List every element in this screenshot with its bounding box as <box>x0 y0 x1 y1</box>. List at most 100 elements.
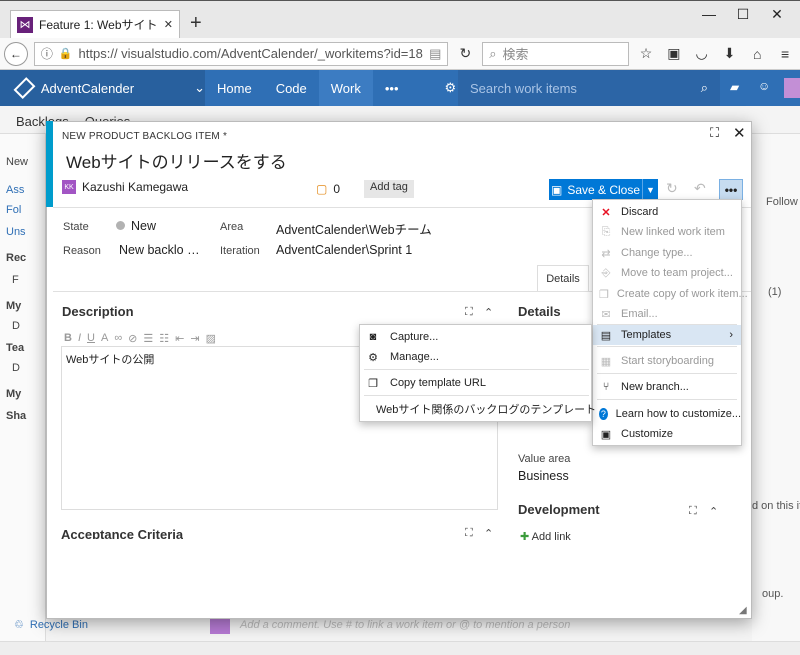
menu-item-templates[interactable]: ▤ Templates › <box>593 325 741 345</box>
unlink-icon[interactable]: ⊘ <box>128 332 137 345</box>
collapse-icon[interactable]: ⌃ <box>709 505 718 518</box>
submenu-item-capture[interactable]: ◙ Capture... <box>360 327 591 347</box>
expand-icon[interactable]: ⛶ <box>689 505 697 518</box>
right-text: oup. <box>762 588 784 600</box>
minimize-button[interactable]: — <box>694 4 724 24</box>
work-item-title[interactable]: Webサイトのリリースをする <box>66 148 287 173</box>
dialog-close-icon[interactable]: ✕ <box>733 124 746 142</box>
clipboard-icon[interactable]: ▣ <box>663 43 685 65</box>
refresh-icon[interactable]: ↻ <box>666 180 678 197</box>
development-heading: Development <box>518 502 600 517</box>
work-item-search[interactable]: Search work items ⌕ <box>458 70 720 106</box>
pocket-icon[interactable]: ◡ <box>691 43 713 65</box>
comment-placeholder: Add a comment. Use # to link a work item… <box>240 619 571 631</box>
assigned-to[interactable]: KK Kazushi Kamegawa <box>62 180 188 194</box>
menu-item-learn[interactable]: ? Learn how to customize... <box>593 404 741 424</box>
back-icon[interactable]: ← <box>4 41 28 66</box>
expand-icon[interactable]: ⛶ <box>465 306 473 319</box>
save-close-button[interactable]: ▣ Save & Close <box>549 179 642 200</box>
maximize-icon[interactable]: ⛶ <box>710 125 719 141</box>
menu-item-storyboard[interactable]: ▦ Start storyboarding <box>593 351 741 371</box>
add-tag-button[interactable]: Add tag <box>364 180 414 198</box>
menu-item-discard[interactable]: ✕ Discard <box>593 202 741 222</box>
comment-count[interactable]: ▢ 0 <box>316 182 340 196</box>
resize-handle-icon[interactable]: ◢ <box>739 605 747 616</box>
url-bar[interactable]: ⓘ 🔒 https:// visualstudio.com/AdventCale… <box>33 41 449 66</box>
bullet-list-icon[interactable]: ☰ <box>143 332 153 345</box>
collapse-icon[interactable]: ⌃ <box>484 306 493 319</box>
left-item[interactable]: D <box>12 320 20 332</box>
left-item[interactable]: Sha <box>6 410 26 422</box>
nav-code[interactable]: Code <box>264 70 319 106</box>
left-item[interactable]: Uns <box>6 226 26 238</box>
add-link-button[interactable]: ✚ Add link <box>520 530 571 540</box>
nav-home[interactable]: Home <box>205 70 264 106</box>
value-area-value[interactable]: Business <box>518 469 569 483</box>
numbered-list-icon[interactable]: ☷ <box>159 332 169 345</box>
collapse-icon[interactable]: ⌃ <box>484 527 493 540</box>
nav-more[interactable]: ••• <box>373 70 411 106</box>
close-icon: ✕ <box>601 206 611 219</box>
download-icon[interactable]: ⬇ <box>719 43 741 65</box>
underline-icon[interactable]: U <box>87 332 95 345</box>
highlight-icon[interactable]: A <box>101 332 108 345</box>
window-close-button[interactable]: ✕ <box>762 4 792 24</box>
image-icon[interactable]: ▨ <box>206 332 216 345</box>
menu-item-move[interactable]: ⎆ Move to team project... <box>593 263 741 283</box>
submenu-item-template[interactable]: Webサイト関係のバックログのテンプレート <box>360 399 596 419</box>
outdent-icon[interactable]: ⇤ <box>175 332 184 345</box>
expand-icon[interactable]: ⛶ <box>465 527 473 540</box>
horizontal-scrollbar[interactable] <box>0 641 800 655</box>
more-actions-button[interactable]: ••• <box>719 179 743 200</box>
left-item[interactable]: F <box>12 274 19 286</box>
save-dropdown-button[interactable]: ▼ <box>642 179 658 200</box>
menu-item-change-type[interactable]: ⇄ Change type... <box>593 243 741 263</box>
indent-icon[interactable]: ⇥ <box>190 332 199 345</box>
nav-work[interactable]: Work <box>318 70 373 106</box>
browser-tab[interactable]: ⋈ Feature 1: Webサイトを提供… ✕ <box>10 10 180 38</box>
maximize-button[interactable]: ☐ <box>728 4 758 24</box>
recycle-bin-link[interactable]: ♲ Recycle Bin <box>14 618 88 632</box>
reader-icon[interactable]: ▤ <box>429 46 441 62</box>
reload-icon[interactable]: ↻ <box>454 43 476 65</box>
browser-search-input[interactable]: ⌕ 検索 <box>482 41 630 66</box>
menu-item-copy[interactable]: ❐ Create copy of work item... <box>593 284 748 304</box>
left-item[interactable]: My <box>6 300 21 312</box>
menu-item-customize[interactable]: ▣ Customize <box>593 424 741 444</box>
undo-icon[interactable]: ↶ <box>694 180 706 197</box>
menu-item-label: Learn how to customize... <box>615 408 741 420</box>
submenu-item-manage[interactable]: ⚙ Manage... <box>360 347 591 367</box>
left-item[interactable]: My <box>6 388 21 400</box>
smiley-icon[interactable]: ☺ <box>758 79 770 93</box>
bag-icon[interactable]: ▰ <box>730 80 739 94</box>
tab-close-icon[interactable]: ✕ <box>164 18 173 31</box>
menu-item-new-branch[interactable]: ⑂ New branch... <box>593 377 741 397</box>
reason-value[interactable]: New backlo … <box>119 243 200 257</box>
left-item[interactable]: Fol <box>6 204 21 216</box>
tab-details[interactable]: Details <box>537 265 589 291</box>
star-icon[interactable]: ☆ <box>635 43 657 65</box>
submenu-item-copy-url[interactable]: ❐ Copy template URL <box>360 373 591 393</box>
url-text[interactable]: https:// visualstudio.com/AdventCalender… <box>79 46 424 61</box>
user-avatar[interactable] <box>784 78 800 98</box>
left-item[interactable]: D <box>12 362 20 374</box>
italic-icon[interactable]: I <box>78 332 81 345</box>
link-icon[interactable]: ∞ <box>114 332 122 345</box>
menu-item-email[interactable]: ✉ Email... <box>593 304 741 324</box>
left-item[interactable]: New <box>6 156 28 168</box>
follow-label[interactable]: Follow <box>766 196 798 208</box>
area-value[interactable]: AdventCalender\Webチーム <box>276 219 432 238</box>
home-icon[interactable]: ⌂ <box>746 43 768 65</box>
left-item[interactable]: Ass <box>6 184 24 196</box>
new-tab-button[interactable]: + <box>190 12 202 35</box>
menu-item-new-linked[interactable]: ⎘ New linked work item <box>593 222 741 242</box>
state-value[interactable]: New <box>131 219 156 233</box>
left-item[interactable]: Rec <box>6 252 26 264</box>
copy-icon: ❐ <box>599 288 609 301</box>
left-item[interactable]: Tea <box>6 342 24 354</box>
project-selector[interactable]: AdventCalender ⌄ <box>0 70 205 106</box>
bold-icon[interactable]: B <box>64 332 72 345</box>
iteration-value[interactable]: AdventCalender\Sprint 1 <box>276 243 412 257</box>
hamburger-menu-icon[interactable]: ≡ <box>774 43 796 65</box>
info-icon[interactable]: ⓘ <box>41 45 53 62</box>
